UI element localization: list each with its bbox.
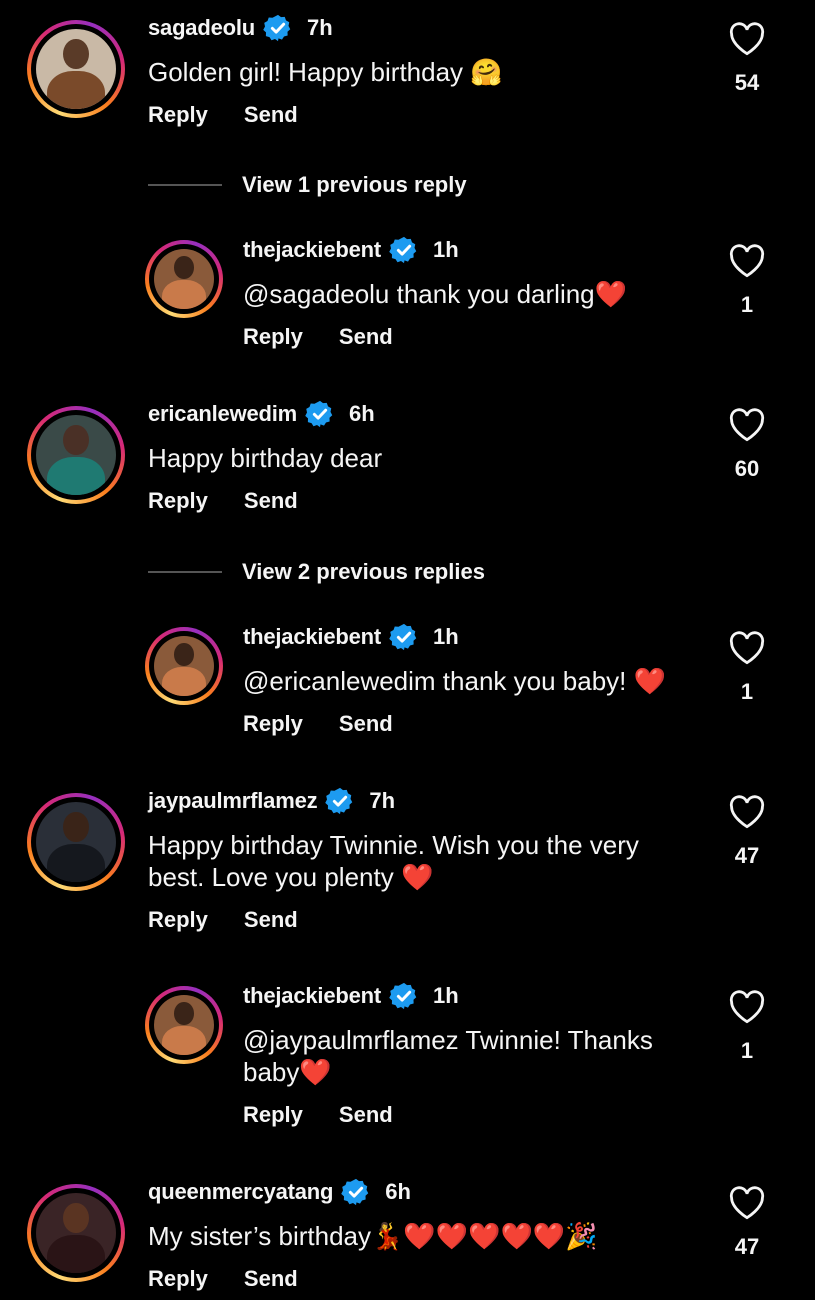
like-count: 47 xyxy=(734,843,760,868)
heart-icon[interactable] xyxy=(728,795,766,829)
reply-button[interactable]: Reply xyxy=(148,102,208,128)
verified-badge-icon xyxy=(389,623,417,651)
like-count: 1 xyxy=(740,292,754,317)
like-count: 54 xyxy=(734,70,760,95)
view-previous-replies[interactable]: View 1 previous reply xyxy=(148,172,467,198)
comment-text: @ericanlewedim thank you baby! ❤️ xyxy=(243,666,666,697)
heart-icon[interactable] xyxy=(728,631,766,665)
heart-icon[interactable] xyxy=(728,22,766,56)
comment-text: @sagadeolu thank you darling❤️ xyxy=(243,279,628,310)
send-button[interactable]: Send xyxy=(244,907,298,933)
view-previous-replies[interactable]: View 2 previous replies xyxy=(148,559,485,585)
avatar[interactable] xyxy=(27,406,125,504)
like-count: 1 xyxy=(740,1038,754,1063)
divider-line xyxy=(148,571,222,573)
heart-icon[interactable] xyxy=(728,990,766,1024)
reply-button[interactable]: Reply xyxy=(243,324,303,350)
send-button[interactable]: Send xyxy=(244,1266,298,1292)
like-count: 60 xyxy=(734,456,760,481)
like-group: 1 xyxy=(725,990,769,1064)
username[interactable]: sagadeolu xyxy=(148,15,255,41)
avatar[interactable] xyxy=(145,240,223,318)
view-replies-label[interactable]: View 1 previous reply xyxy=(242,172,467,198)
like-group: 1 xyxy=(725,244,769,318)
comment-time: 1h xyxy=(433,237,459,262)
like-group: 1 xyxy=(725,631,769,705)
send-button[interactable]: Send xyxy=(244,488,298,514)
username[interactable]: jaypaulmrflamez xyxy=(148,788,318,814)
comment-text: Golden girl! Happy birthday 🤗 xyxy=(148,57,503,88)
verified-badge-icon xyxy=(389,982,417,1010)
like-group: 60 xyxy=(725,408,769,482)
avatar[interactable] xyxy=(145,986,223,1064)
comment-time: 1h xyxy=(433,983,459,1008)
verified-badge-icon xyxy=(341,1178,369,1206)
comment-time: 6h xyxy=(349,401,375,426)
red-heart-emoji: ❤️ xyxy=(299,1058,332,1088)
red-heart-emoji: ❤️ xyxy=(400,863,434,893)
send-button[interactable]: Send xyxy=(244,102,298,128)
comment-text: My sister’s birthday💃❤️❤️❤️❤️❤️🎉 xyxy=(148,1221,598,1252)
like-count: 1 xyxy=(740,679,754,704)
reply-button[interactable]: Reply xyxy=(148,1266,208,1292)
comment-time: 1h xyxy=(433,624,459,649)
send-button[interactable]: Send xyxy=(339,1102,393,1128)
comment-time: 7h xyxy=(369,788,396,813)
comment-text: Happy birthday dear xyxy=(148,443,383,473)
like-group: 47 xyxy=(725,795,769,869)
username[interactable]: thejackiebent xyxy=(243,624,381,650)
verified-badge-icon xyxy=(389,236,417,264)
comment-time: 6h xyxy=(385,1179,411,1204)
hugging-face-emoji: 🤗 xyxy=(470,58,503,88)
comment-time: 7h xyxy=(307,15,333,40)
send-button[interactable]: Send xyxy=(339,711,393,737)
like-group: 47 xyxy=(725,1186,769,1260)
red-heart-emoji: ❤️ xyxy=(594,280,628,310)
reply-button[interactable]: Reply xyxy=(148,907,208,933)
reply-button[interactable]: Reply xyxy=(243,1102,303,1128)
username[interactable]: queenmercyatang xyxy=(148,1179,333,1205)
send-button[interactable]: Send xyxy=(339,324,393,350)
verified-badge-icon xyxy=(325,787,353,815)
username[interactable]: thejackiebent xyxy=(243,237,381,263)
divider-line xyxy=(148,184,222,186)
comment-text: @jaypaulmrflamez Twinnie! Thanks baby❤️ xyxy=(243,1025,653,1088)
view-replies-label[interactable]: View 2 previous replies xyxy=(242,559,485,585)
avatar[interactable] xyxy=(27,20,125,118)
comment-text: Happy birthday Twinnie. Wish you the ver… xyxy=(148,830,639,893)
emoji-sequence: 💃❤️❤️❤️❤️❤️🎉 xyxy=(371,1222,598,1252)
like-group: 54 xyxy=(725,22,769,96)
heart-icon[interactable] xyxy=(728,408,766,442)
avatar[interactable] xyxy=(145,627,223,705)
avatar[interactable] xyxy=(27,793,125,891)
username[interactable]: thejackiebent xyxy=(243,983,381,1009)
heart-icon[interactable] xyxy=(728,1186,766,1220)
verified-badge-icon xyxy=(305,400,333,428)
username[interactable]: ericanlewedim xyxy=(148,401,297,427)
reply-button[interactable]: Reply xyxy=(148,488,208,514)
red-heart-emoji: ❤️ xyxy=(633,667,666,697)
heart-icon[interactable] xyxy=(728,244,766,278)
reply-button[interactable]: Reply xyxy=(243,711,303,737)
like-count: 47 xyxy=(734,1234,760,1259)
verified-badge-icon xyxy=(263,14,291,42)
avatar[interactable] xyxy=(27,1184,125,1282)
